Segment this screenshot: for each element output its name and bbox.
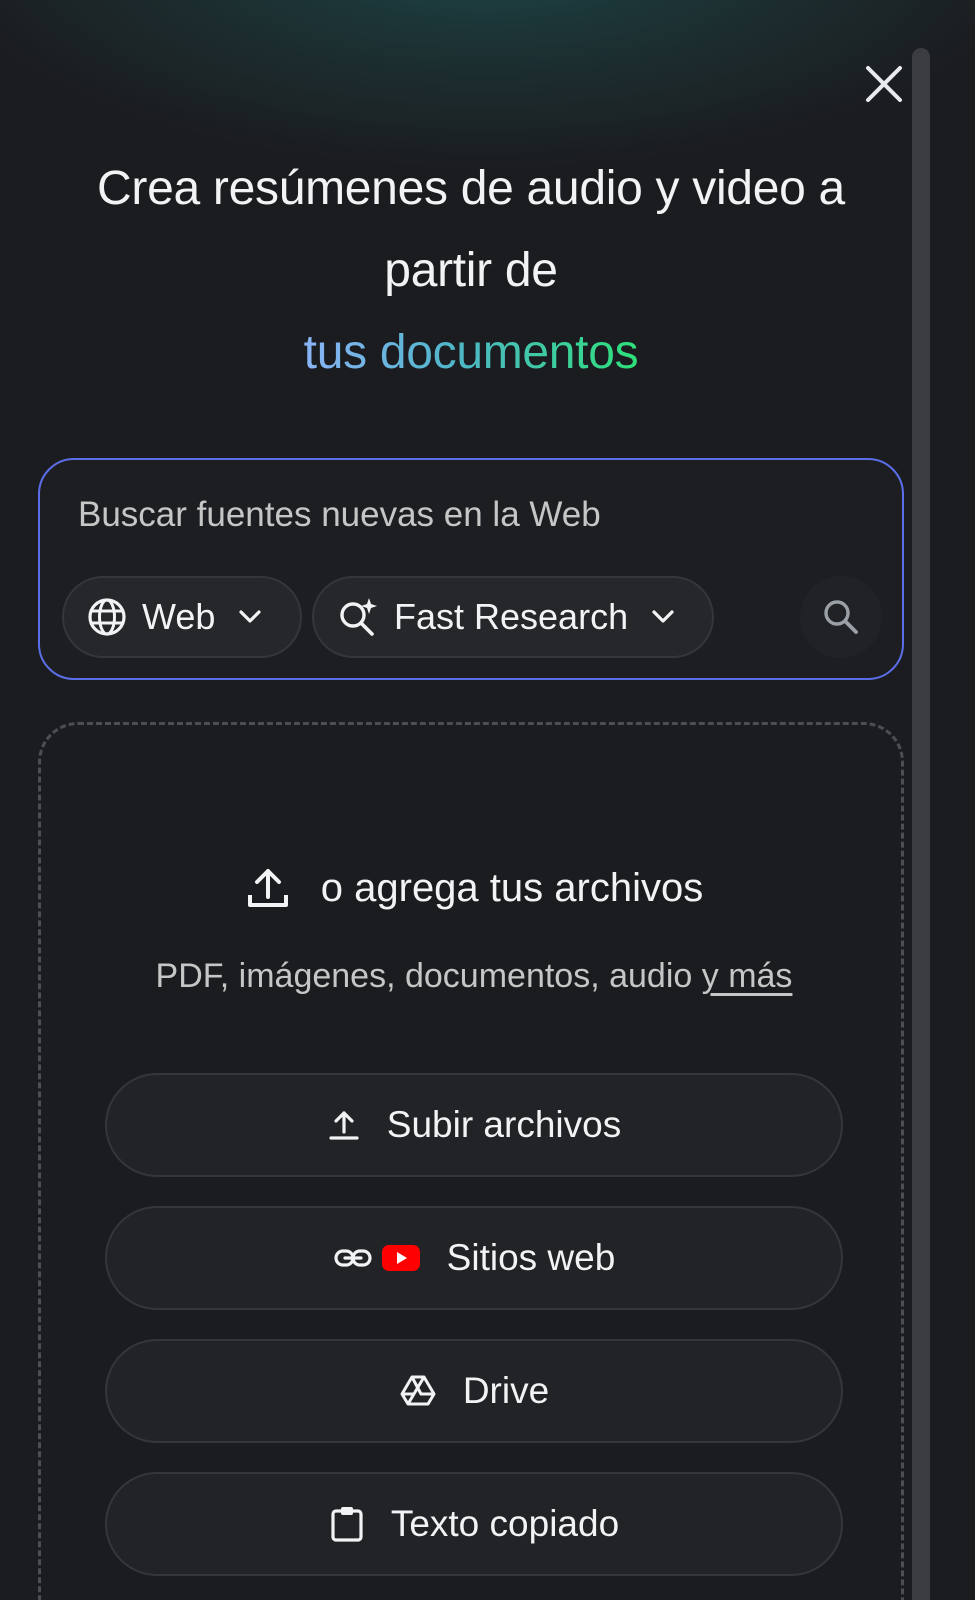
drop-heading-text: o agrega tus archivos <box>320 865 704 910</box>
upload-icon <box>329 1111 359 1140</box>
youtube-icon <box>381 1245 420 1271</box>
clipboard-icon <box>331 1507 363 1542</box>
close-button[interactable] <box>862 62 906 106</box>
websites-button[interactable]: Sitios web <box>105 1206 843 1310</box>
scrollbar[interactable] <box>912 48 930 1600</box>
search-sparkle-icon <box>340 598 377 636</box>
supported-formats-text: PDF, imágenes, documentos, audio <box>155 957 702 995</box>
search-submit-button[interactable] <box>800 576 882 658</box>
drive-button[interactable]: Drive <box>105 1339 843 1443</box>
drop-heading: o agrega tus archivos <box>41 865 907 911</box>
page-title: Crea resúmenes de audio y video a partir… <box>40 148 902 394</box>
copied-text-button[interactable]: Texto copiado <box>105 1472 843 1576</box>
source-dropdown-label: Web <box>142 596 216 637</box>
websites-label: Sitios web <box>446 1237 616 1278</box>
drive-label: Drive <box>462 1370 550 1411</box>
search-icon <box>824 600 858 634</box>
upload-icon <box>247 869 288 907</box>
title-highlight: tus documentos <box>303 326 639 379</box>
copied-text-label: Texto copiado <box>390 1503 620 1544</box>
title-line-2: partir de <box>384 244 558 297</box>
title-line-1: Crea resúmenes de audio y video a <box>97 162 845 215</box>
upload-files-button[interactable]: Subir archivos <box>105 1073 843 1177</box>
more-formats-link[interactable]: y más <box>702 957 793 995</box>
web-search-box: Web Fast Research <box>38 458 904 680</box>
search-input[interactable] <box>78 490 838 540</box>
supported-formats: PDF, imágenes, documentos, audio y más <box>41 957 907 996</box>
globe-icon <box>88 598 126 636</box>
chevron-down-icon <box>239 610 261 623</box>
link-icon <box>334 1249 372 1267</box>
file-drop-zone[interactable]: o agrega tus archivos PDF, imágenes, doc… <box>38 722 904 1600</box>
research-mode-dropdown[interactable]: Fast Research <box>312 576 714 658</box>
source-dropdown[interactable]: Web <box>62 576 302 658</box>
chevron-down-icon <box>652 610 674 623</box>
upload-files-label: Subir archivos <box>386 1104 622 1145</box>
close-icon <box>866 66 902 102</box>
drive-icon <box>400 1375 436 1406</box>
research-mode-label: Fast Research <box>394 596 629 637</box>
